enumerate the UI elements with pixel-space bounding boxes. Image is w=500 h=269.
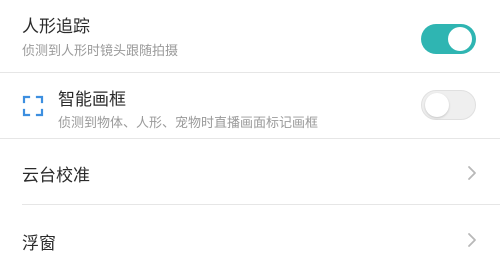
human-tracking-row: 人形追踪 侦测到人形时镜头跟随拍摄 (0, 0, 500, 72)
toggle-knob (448, 27, 472, 51)
human-tracking-subtitle: 侦测到人形时镜头跟随拍摄 (22, 44, 179, 59)
frame-corners-icon (22, 95, 44, 117)
human-tracking-toggle[interactable] (421, 24, 476, 54)
smart-frame-title: 智能画框 (58, 90, 126, 110)
chevron-right-icon (468, 233, 476, 247)
smart-frame-subtitle: 侦测到物体、人形、宠物时直播画面标记画框 (58, 116, 319, 131)
smart-frame-toggle[interactable] (421, 90, 476, 120)
chevron-right-icon (468, 166, 476, 180)
toggle-knob (425, 93, 449, 117)
smart-frame-row: 智能画框 侦测到物体、人形、宠物时直播画面标记画框 (0, 73, 500, 138)
floating-window-title: 浮窗 (22, 234, 56, 254)
gimbal-calibration-title: 云台校准 (22, 166, 90, 186)
settings-page: 人形追踪 侦测到人形时镜头跟随拍摄 智能画框 侦测到物体、人形、宠物时直播画面标… (0, 0, 500, 269)
floating-window-row[interactable]: 浮窗 (0, 205, 500, 269)
human-tracking-title: 人形追踪 (22, 17, 90, 37)
gimbal-calibration-row[interactable]: 云台校准 (0, 139, 500, 204)
